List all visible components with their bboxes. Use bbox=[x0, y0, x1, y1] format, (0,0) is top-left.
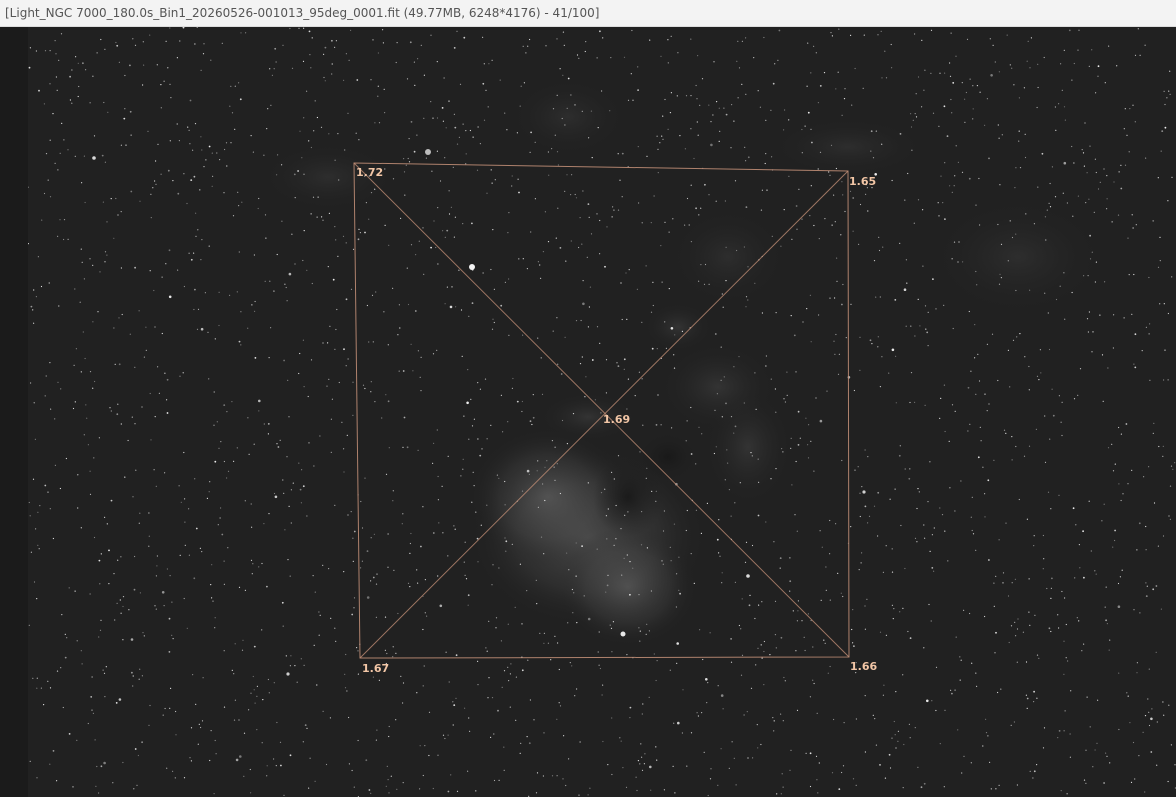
window-title-bar: [Light_NGC 7000_180.0s_Bin1_20260526-001… bbox=[0, 0, 1176, 27]
image-viewer-window: [Light_NGC 7000_180.0s_Bin1_20260526-001… bbox=[0, 0, 1176, 797]
window-title: [Light_NGC 7000_180.0s_Bin1_20260526-001… bbox=[5, 6, 600, 20]
tilt-label-bottom-left: 1.67 bbox=[362, 662, 389, 675]
tilt-label-top-left: 1.72 bbox=[356, 166, 383, 179]
tilt-label-top-right: 1.65 bbox=[849, 175, 876, 188]
astro-image-canvas[interactable]: 1.72 1.65 1.67 1.66 1.69 bbox=[28, 27, 1176, 797]
tilt-label-bottom-right: 1.66 bbox=[850, 660, 877, 673]
tilt-label-center: 1.69 bbox=[603, 413, 630, 426]
image-viewport[interactable]: 1.72 1.65 1.67 1.66 1.69 bbox=[28, 27, 1176, 797]
left-panel-edge bbox=[0, 27, 28, 797]
